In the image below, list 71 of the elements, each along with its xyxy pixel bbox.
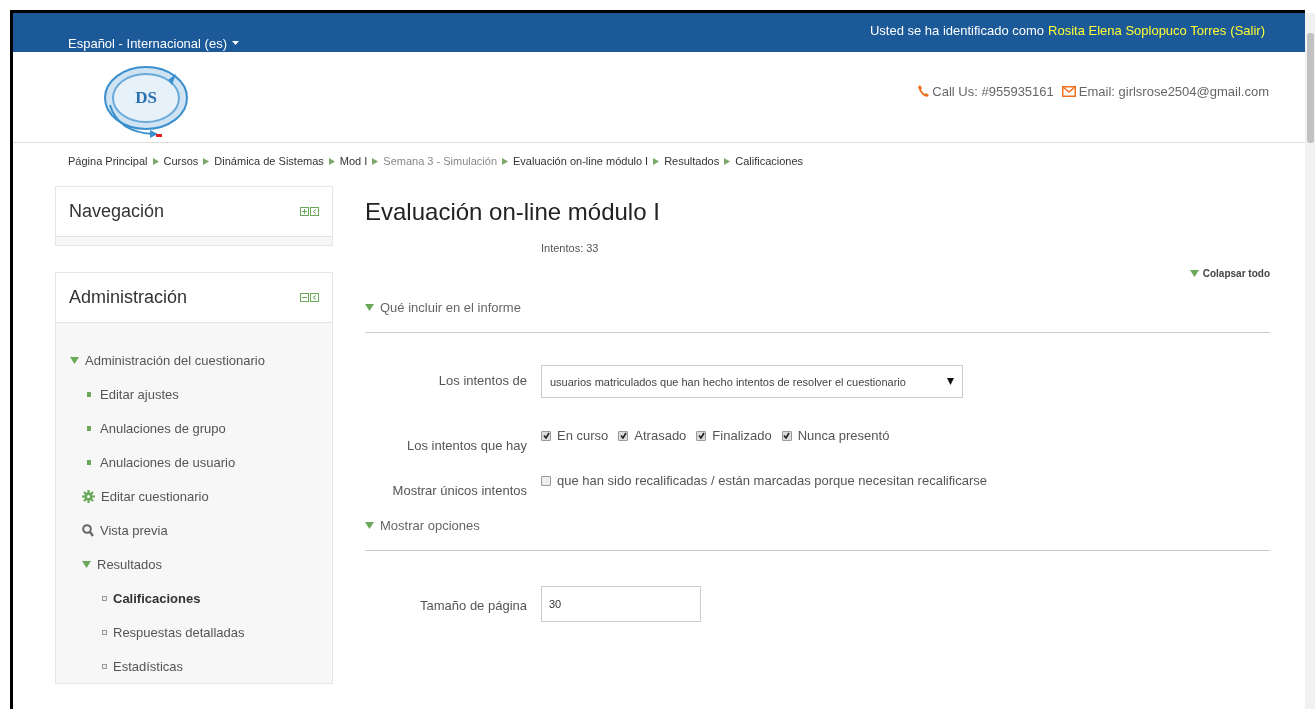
collapse-block-icon[interactable] xyxy=(300,293,320,302)
checkbox-label: Finalizado xyxy=(712,428,772,443)
separator-icon xyxy=(328,157,335,165)
phone-number: Call Us: #955935161 xyxy=(932,83,1054,99)
checkbox[interactable] xyxy=(781,430,792,441)
breadcrumb-link[interactable]: Mod I xyxy=(339,155,368,167)
field-label: Los intentos que hay xyxy=(406,438,528,453)
breadcrumb-link[interactable]: Resultados xyxy=(664,155,720,167)
checkbox-label: que han sido recalificadas / están marcadas porque necesitan recalificarse xyxy=(557,473,987,488)
tree-item[interactable]: Estadísticas xyxy=(113,658,184,674)
checkbox-label: En curso xyxy=(557,428,609,443)
collapse-all-link[interactable]: Colapsar todo xyxy=(1189,267,1270,279)
breadcrumb-link[interactable]: Dinámica de Sistemas xyxy=(214,155,324,167)
user-link[interactable]: Rosita Elena Soplopuco Torres xyxy=(1048,23,1227,39)
tree-item[interactable]: Calificaciones xyxy=(113,590,201,606)
caret-icon xyxy=(1189,269,1199,277)
separator-icon xyxy=(203,157,210,165)
separator-icon xyxy=(653,157,660,165)
phone-icon xyxy=(918,85,930,97)
language-menu[interactable]: Español - Internacional (es) xyxy=(68,34,239,52)
expand-arrow-icon[interactable] xyxy=(82,560,91,568)
bullet-icon xyxy=(102,595,107,601)
tree-item[interactable]: Anulaciones de grupo xyxy=(100,420,226,436)
scrollbar[interactable] xyxy=(1305,13,1315,709)
breadcrumb-link[interactable]: Calificaciones xyxy=(735,155,804,167)
tree-item[interactable]: Respuestas detalladas xyxy=(113,624,245,640)
expand-block-icon[interactable] xyxy=(300,207,320,216)
gear-icon xyxy=(82,489,95,503)
email-address: Email: girlsrose2504@gmail.com xyxy=(1078,83,1269,99)
breadcrumb-link[interactable]: Evaluación on-line módulo I xyxy=(513,155,649,167)
tree-item[interactable]: Editar cuestionario xyxy=(101,488,209,504)
separator-icon xyxy=(724,157,731,165)
attempts-count: Intentos: 33 xyxy=(541,242,600,256)
search-icon xyxy=(82,523,94,537)
attempts-dropdown[interactable]: usuarios matriculados que han hecho intentos de resolver el cuestionario xyxy=(541,365,963,398)
block-title: Navegación xyxy=(69,201,165,222)
page-size-field[interactable]: 30 xyxy=(541,586,701,622)
logout-link[interactable]: (Salir) xyxy=(1230,23,1265,39)
checkbox-label: Atrasado xyxy=(634,428,687,443)
separator-icon xyxy=(152,157,159,165)
section-header[interactable]: Mostrar opciones xyxy=(365,516,1270,534)
breadcrumb-link[interactable]: Página Principal xyxy=(68,155,148,167)
bullet-icon xyxy=(102,663,107,669)
login-info: Usted se ha identificado como xyxy=(869,23,1045,39)
separator-icon xyxy=(502,157,509,165)
tree-item[interactable]: Administración del cuestionario xyxy=(85,352,265,368)
envelope-icon xyxy=(1061,85,1076,97)
bullet-icon xyxy=(102,629,107,635)
checkbox[interactable] xyxy=(696,430,707,441)
breadcrumb-link[interactable]: Cursos xyxy=(163,155,199,167)
block-title: Administración xyxy=(69,287,188,308)
section-header[interactable]: Qué incluir en el informe xyxy=(365,298,1270,316)
tree-item[interactable]: Anulaciones de usuario xyxy=(100,454,236,470)
tree-item[interactable]: Vista previa xyxy=(100,522,168,538)
tree-item[interactable]: Editar ajustes xyxy=(100,386,179,402)
page-title: Evaluación on-line módulo I xyxy=(365,198,661,227)
field-label: Tamaño de página xyxy=(419,598,528,613)
field-label: Los intentos de xyxy=(437,373,528,388)
caret-icon xyxy=(365,521,374,529)
checkbox[interactable] xyxy=(541,430,551,441)
breadcrumb-link[interactable]: Semana 3 - Simulación xyxy=(383,155,498,167)
caret-icon xyxy=(232,41,239,45)
checkbox-label: Nunca presentó xyxy=(797,428,890,443)
caret-icon xyxy=(365,303,374,311)
expand-arrow-icon[interactable] xyxy=(70,356,79,364)
caret-icon xyxy=(947,378,954,385)
field-label: Mostrar únicos intentos xyxy=(391,483,528,498)
tree-item[interactable]: Resultados xyxy=(97,556,163,572)
separator-icon xyxy=(372,157,379,165)
checkbox[interactable] xyxy=(541,475,551,486)
checkbox[interactable] xyxy=(618,430,629,441)
